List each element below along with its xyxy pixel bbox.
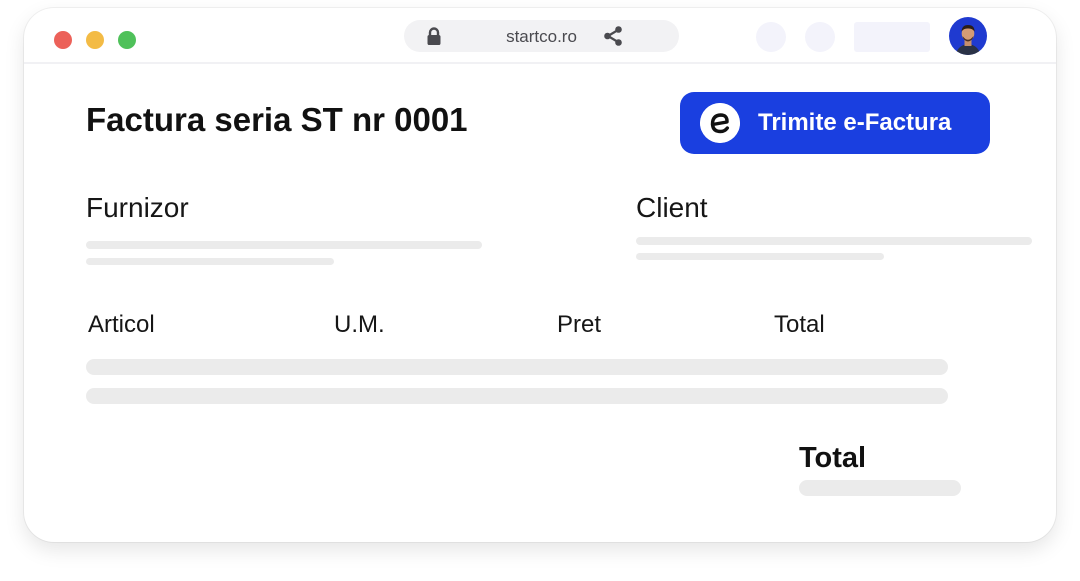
address-bar[interactable]: startco.ro <box>404 20 679 52</box>
column-header-articol: Articol <box>88 311 155 338</box>
toolbar-placeholder-button[interactable] <box>805 22 835 52</box>
minimize-window-button[interactable] <box>86 31 104 49</box>
user-avatar[interactable] <box>949 17 987 55</box>
invoice-title: Factura seria ST nr 0001 <box>86 101 468 138</box>
close-window-button[interactable] <box>54 31 72 49</box>
e-factura-icon <box>700 103 740 143</box>
client-line-placeholder <box>636 253 884 260</box>
invoice-total-value-placeholder <box>799 480 961 496</box>
supplier-line-placeholder <box>86 241 482 249</box>
column-header-total: Total <box>774 311 825 338</box>
send-e-invoice-button[interactable]: Trimite e-Factura <box>680 92 990 154</box>
supplier-label: Furnizor <box>86 192 189 223</box>
browser-window: startco.ro Factura seria ST nr 0001 Trim… <box>24 8 1056 542</box>
toolbar-placeholder-field[interactable] <box>854 22 930 52</box>
supplier-line-placeholder <box>86 258 334 265</box>
toolbar-placeholder-button[interactable] <box>756 22 786 52</box>
client-line-placeholder <box>636 237 1032 245</box>
maximize-window-button[interactable] <box>118 31 136 49</box>
invoice-total-label: Total <box>799 442 867 474</box>
table-row-placeholder <box>86 388 948 404</box>
url-text: startco.ro <box>506 27 577 46</box>
send-e-invoice-label: Trimite e-Factura <box>758 109 952 136</box>
client-label: Client <box>636 192 708 223</box>
table-row-placeholder <box>86 359 948 375</box>
share-icon[interactable] <box>602 25 624 47</box>
column-header-um: U.M. <box>334 311 385 338</box>
column-header-pret: Pret <box>557 311 602 338</box>
browser-titlebar: startco.ro <box>24 8 1056 64</box>
